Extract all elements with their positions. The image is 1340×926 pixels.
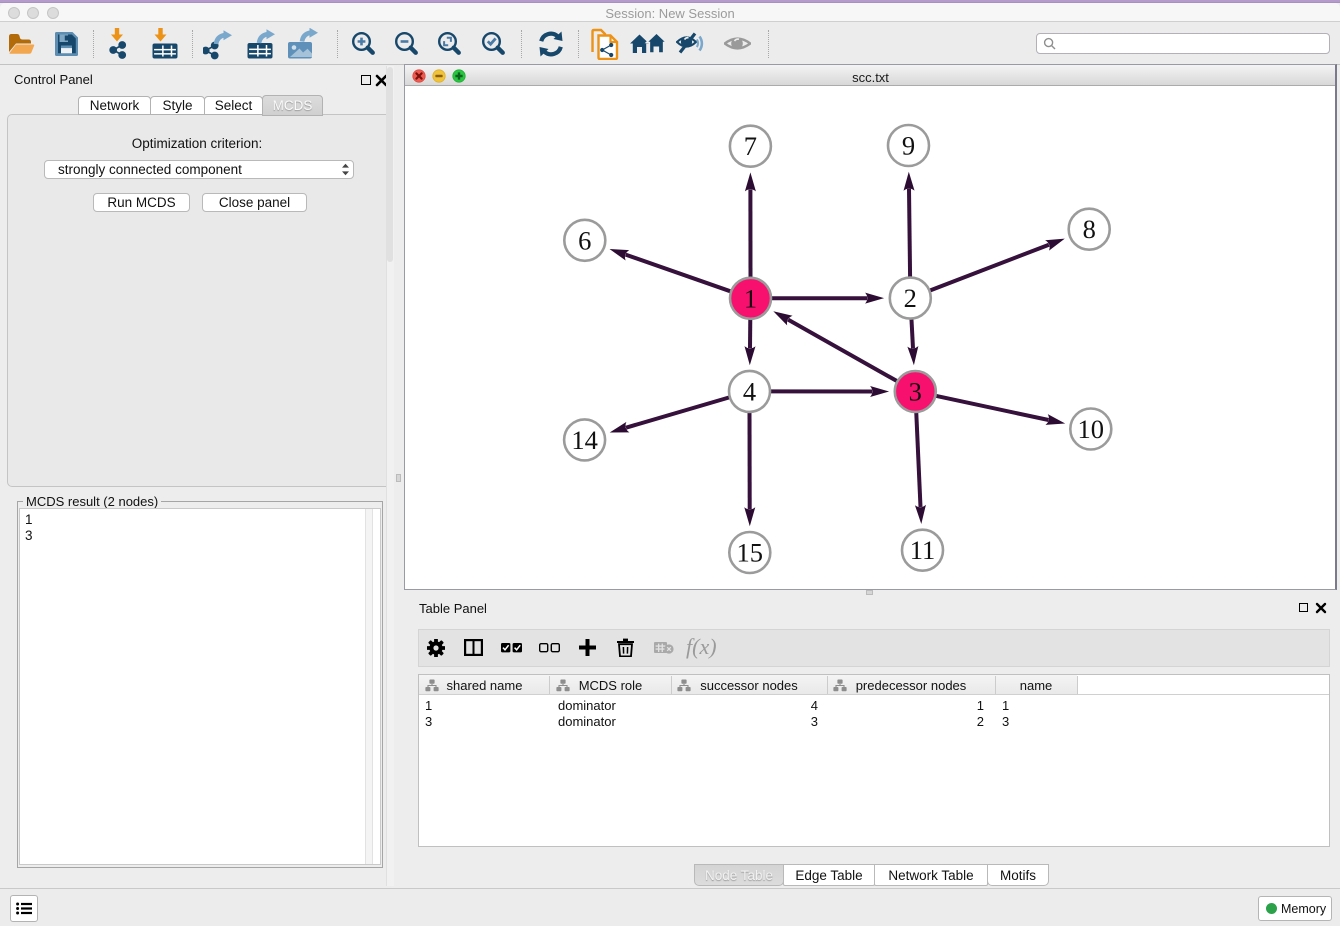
svg-text:10: 10 [1078, 414, 1105, 444]
svg-text:15: 15 [737, 537, 764, 567]
svg-text:2: 2 [904, 283, 917, 313]
svg-text:9: 9 [902, 130, 915, 160]
svg-text:6: 6 [578, 225, 591, 255]
svg-text:1: 1 [744, 283, 757, 313]
svg-text:14: 14 [571, 424, 598, 454]
svg-text:8: 8 [1083, 214, 1096, 244]
svg-text:4: 4 [743, 376, 756, 406]
svg-text:7: 7 [744, 131, 757, 161]
svg-text:11: 11 [910, 535, 936, 565]
svg-text:3: 3 [909, 376, 922, 406]
